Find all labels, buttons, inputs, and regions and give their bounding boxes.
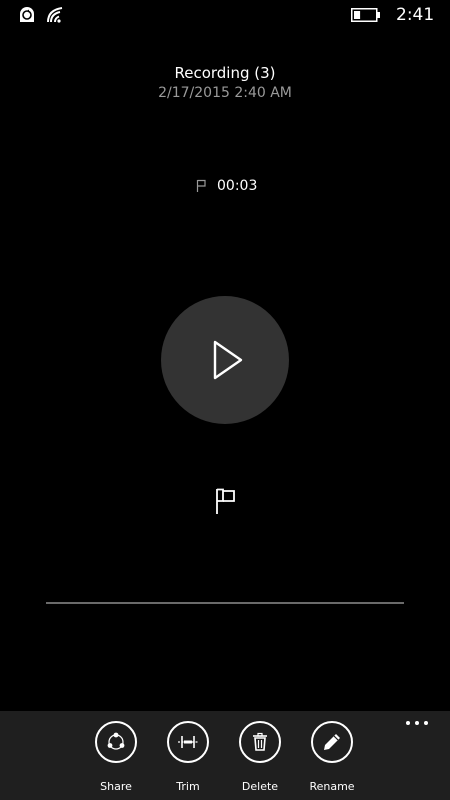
sync-icon	[20, 7, 34, 22]
trim-icon	[178, 736, 198, 748]
rename-button-circle	[311, 721, 353, 763]
share-label: Share	[100, 780, 132, 793]
rename-button[interactable]: Rename	[299, 721, 365, 797]
more-icon	[406, 721, 410, 725]
more-button[interactable]	[404, 717, 432, 731]
trim-label: Trim	[176, 780, 200, 793]
delete-button[interactable]: Delete	[227, 721, 293, 797]
marker-time: 00:03	[217, 178, 258, 194]
status-clock: 2:41	[396, 5, 435, 25]
delete-label: Delete	[241, 780, 279, 793]
playback-progress-bar[interactable]	[46, 602, 404, 604]
app-bar: Share Trim Delete Rename	[0, 711, 450, 800]
play-button[interactable]	[161, 296, 289, 424]
marker-entry[interactable]: 00:03	[196, 176, 257, 196]
share-icon	[107, 732, 125, 750]
status-bar: 2:41	[0, 0, 450, 32]
add-marker-button[interactable]	[212, 486, 240, 516]
play-icon	[213, 340, 243, 380]
pencil-icon	[324, 734, 340, 750]
flag-icon	[196, 179, 206, 192]
delete-button-circle	[239, 721, 281, 763]
trim-button-circle	[167, 721, 209, 763]
trash-icon	[253, 732, 267, 751]
flag-icon	[216, 488, 235, 514]
rename-label: Rename	[309, 780, 355, 793]
more-icon	[415, 721, 419, 725]
recording-title: Recording (3)	[174, 64, 276, 82]
wifi-icon	[47, 7, 63, 23]
trim-button[interactable]: Trim	[155, 721, 221, 797]
recording-date: 2/17/2015 2:40 AM	[158, 85, 292, 101]
battery-icon	[351, 8, 380, 22]
share-button[interactable]: Share	[83, 721, 149, 797]
more-icon	[424, 721, 428, 725]
share-button-circle	[95, 721, 137, 763]
